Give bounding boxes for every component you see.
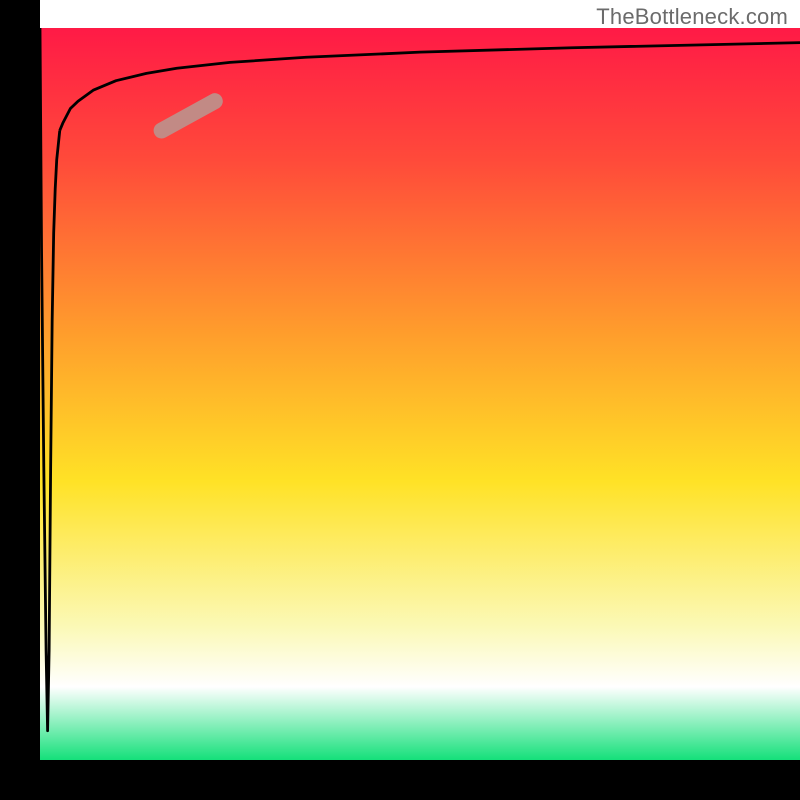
plot-background [40, 28, 800, 760]
axis-bottom-frame [0, 760, 800, 800]
chart-container: TheBottleneck.com [0, 0, 800, 800]
axis-left-frame [0, 0, 40, 800]
chart-plot [0, 0, 800, 800]
watermark-text: TheBottleneck.com [596, 4, 788, 30]
